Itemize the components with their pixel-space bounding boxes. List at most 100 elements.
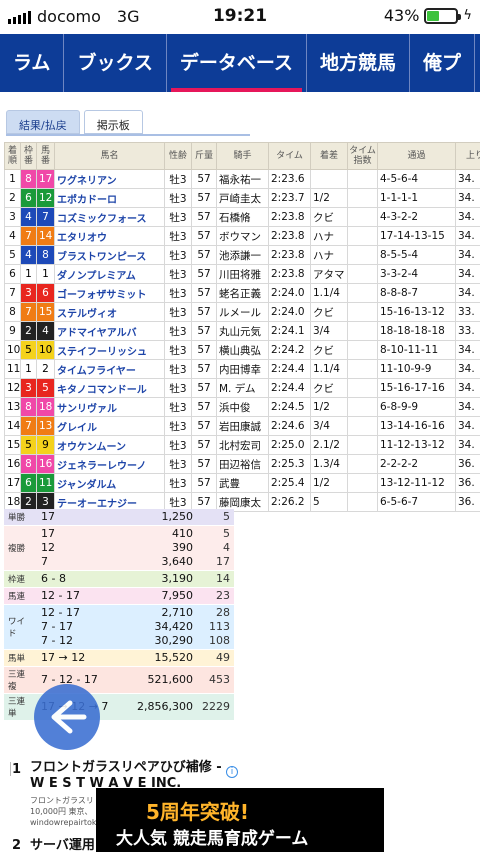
horse-name[interactable]: ステルヴィオ [54, 302, 165, 322]
tab-board[interactable]: 掲示板 [83, 110, 143, 134]
margin: アタマ [310, 264, 348, 284]
horse-number: 13 [36, 416, 55, 436]
sex-age: 牡3 [164, 454, 192, 474]
last-3f: 33. [455, 321, 480, 341]
sex-age: 牡3 [164, 226, 192, 246]
ad-info-icon[interactable]: i [226, 766, 238, 778]
last-3f: 34. [455, 340, 480, 360]
tab-results[interactable]: 結果/払戻 [6, 110, 80, 134]
table-row: 2 6 12 エポカドーロ 牡3 57 戸崎圭太 2:23.7 1/2 1-1-1-1 34. [4, 188, 480, 208]
nav-tab[interactable]: ブックス [64, 34, 167, 92]
column-header: 斤量 [191, 142, 217, 170]
horse-name[interactable]: ジャンダルム [54, 473, 165, 493]
table-row: 6 1 1 ダノンプレミアム 牡3 57 川田将雅 2:23.8 アタマ 3-3-2-4 34. [4, 264, 480, 284]
horse-name[interactable]: ジェネラーレウーノ [54, 454, 165, 474]
game-ad-banner[interactable]: 5周年突破! 大人気 競走馬育成ゲーム [96, 788, 384, 852]
nav-tab[interactable]: 俺プ [410, 34, 475, 92]
payout-popularity: 2229 [197, 693, 234, 721]
last-3f: 34. [455, 397, 480, 417]
column-header: 通過 [377, 142, 456, 170]
payout-row: 枠連 6 - 8 3,190 14 [4, 570, 234, 588]
payout-row: 単勝 17 1,250 5 [4, 509, 234, 526]
sex-age: 牡3 [164, 188, 192, 208]
jockey[interactable]: 岩田康誠 [216, 416, 269, 436]
weight: 57 [191, 416, 217, 436]
frame-number: 1 [20, 264, 37, 284]
payout-amount: 410 390 3,640 [125, 525, 197, 571]
sex-age: 牡3 [164, 321, 192, 341]
ad-item-title[interactable]: サーバ運用 [30, 838, 95, 852]
finish-position: 3 [4, 207, 21, 227]
frame-number: 5 [20, 340, 37, 360]
table-row: 13 8 18 サンリヴァル 牡3 57 浜中俊 2:24.5 1/2 6-8-9-9 34. [4, 397, 480, 417]
horse-name[interactable]: ダノンプレミアム [54, 264, 165, 284]
horse-name[interactable]: ブラストワンピース [54, 245, 165, 265]
jockey[interactable]: M. デム [216, 378, 269, 398]
sex-age: 牡3 [164, 264, 192, 284]
margin: 1/2 [310, 397, 348, 417]
horse-name[interactable]: エポカドーロ [54, 188, 165, 208]
jockey[interactable]: 北村宏司 [216, 435, 269, 455]
jockey[interactable]: 石橋脩 [216, 207, 269, 227]
nav-tab[interactable]: ラム [0, 34, 65, 92]
jockey[interactable]: 戸崎圭太 [216, 188, 269, 208]
weight: 57 [191, 188, 217, 208]
payout-popularity: 5 4 17 [197, 525, 234, 571]
finish-position: 1 [4, 169, 21, 189]
margin: 3/4 [310, 416, 348, 436]
frame-number: 8 [20, 169, 37, 189]
table-row: 3 4 7 コズミックフォース 牡3 57 石橋脩 2:23.8 クビ 4-3-2-2 34. [4, 207, 480, 227]
jockey[interactable]: 内田博幸 [216, 359, 269, 379]
ad-item-text: 10,000円 東京、 [30, 807, 93, 816]
jockey[interactable]: ボウマン [216, 226, 269, 246]
frame-number: 7 [20, 416, 37, 436]
horse-name[interactable]: ワグネリアン [54, 169, 165, 189]
horse-name[interactable]: ステイフーリッシュ [54, 340, 165, 360]
frame-number: 7 [20, 226, 37, 246]
jockey[interactable]: 福永祐一 [216, 169, 269, 189]
last-3f: 34. [455, 435, 480, 455]
horse-number: 12 [36, 188, 55, 208]
finish-position: 8 [4, 302, 21, 322]
margin: 1.3/4 [310, 454, 348, 474]
nav-tab[interactable]: データベース [167, 34, 307, 92]
time-index [347, 492, 378, 512]
jockey[interactable]: ルメール [216, 302, 269, 322]
horse-name[interactable]: サンリヴァル [54, 397, 165, 417]
time: 2:25.4 [268, 473, 311, 493]
jockey[interactable]: 田辺裕信 [216, 454, 269, 474]
back-button[interactable] [34, 684, 100, 750]
horse-name[interactable]: アドマイヤアルバ [54, 321, 165, 341]
horse-name[interactable]: キタノコマンドール [54, 378, 165, 398]
horse-name[interactable]: グレイル [54, 416, 165, 436]
jockey[interactable]: 蛯名正義 [216, 283, 269, 303]
margin: 1/2 [310, 188, 348, 208]
time-index [347, 378, 378, 398]
nav-tab[interactable]: 地方競馬 [307, 34, 410, 92]
jockey[interactable]: 武豊 [216, 473, 269, 493]
payout-combination: 17 12 7 [37, 525, 125, 571]
horse-name[interactable]: コズミックフォース [54, 207, 165, 227]
sex-age: 牡3 [164, 435, 192, 455]
horse-name[interactable]: タイムフライヤー [54, 359, 165, 379]
time: 2:23.8 [268, 226, 311, 246]
horse-name[interactable]: エタリオウ [54, 226, 165, 246]
finish-position: 11 [4, 359, 21, 379]
jockey[interactable]: 川田将雅 [216, 264, 269, 284]
margin: 1.1/4 [310, 283, 348, 303]
jockey[interactable]: 浜中俊 [216, 397, 269, 417]
horse-name[interactable]: ゴーフォザサミット [54, 283, 165, 303]
time-index [347, 226, 378, 246]
sex-age: 牡3 [164, 283, 192, 303]
ad-item-number: 1 [12, 762, 22, 777]
passing-order: 6-5-6-7 [377, 492, 456, 512]
jockey[interactable]: 池添謙一 [216, 245, 269, 265]
status-bar: docomo 3G 19:21 43% ϟ [0, 0, 480, 34]
jockey[interactable]: 横山典弘 [216, 340, 269, 360]
horse-number: 15 [36, 302, 55, 322]
jockey[interactable]: 丸山元気 [216, 321, 269, 341]
margin [310, 169, 348, 189]
frame-number: 7 [20, 302, 37, 322]
horse-name[interactable]: オウケンムーン [54, 435, 165, 455]
battery-info: 43% ϟ [384, 6, 472, 25]
